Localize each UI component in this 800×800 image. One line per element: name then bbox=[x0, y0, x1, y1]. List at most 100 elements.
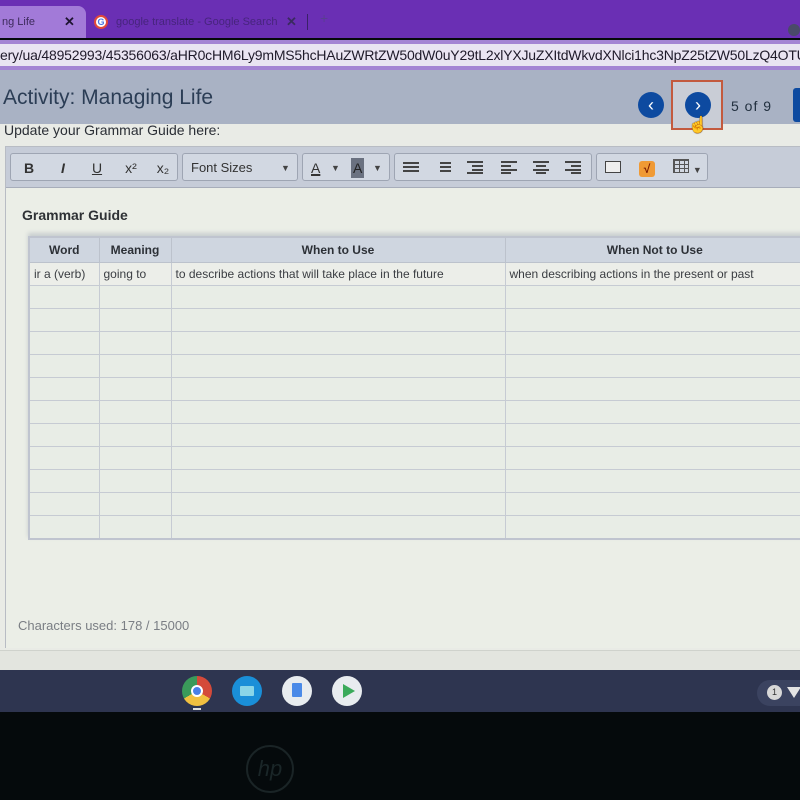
table-cell[interactable] bbox=[28, 423, 100, 447]
table-cell[interactable] bbox=[28, 446, 100, 470]
table-cell[interactable] bbox=[504, 515, 800, 540]
column-header-when-not-to-use: When Not to Use bbox=[504, 236, 800, 263]
table-cell[interactable] bbox=[504, 354, 800, 378]
close-tab-icon[interactable]: ✕ bbox=[286, 14, 297, 30]
table-row bbox=[28, 446, 800, 470]
table-cell[interactable] bbox=[28, 400, 100, 424]
table-cell[interactable] bbox=[98, 331, 172, 355]
font-size-dropdown[interactable]: Font Sizes ▼ bbox=[182, 153, 298, 181]
font-sizes-label: Font Sizes bbox=[191, 160, 253, 175]
chevron-down-icon[interactable]: ▼ bbox=[331, 158, 340, 178]
close-tab-icon[interactable]: ✕ bbox=[64, 14, 75, 30]
align-left-icon bbox=[501, 161, 517, 174]
table-cell[interactable] bbox=[170, 423, 506, 447]
table-row bbox=[28, 331, 800, 355]
table-cell[interactable]: when describing actions in the present o… bbox=[504, 262, 800, 286]
notification-count-badge: 1 bbox=[767, 685, 782, 700]
table-cell[interactable] bbox=[98, 446, 172, 470]
chevron-down-icon: ▼ bbox=[281, 163, 290, 173]
next-activity-button[interactable] bbox=[793, 88, 800, 122]
table-cell[interactable] bbox=[98, 515, 172, 540]
subscript-button[interactable]: x₂ bbox=[153, 158, 173, 178]
new-tab-button[interactable]: + bbox=[320, 10, 328, 26]
chrome-app-icon[interactable] bbox=[182, 676, 212, 706]
tab-managing-life[interactable]: ng Life ✕ bbox=[0, 6, 86, 38]
table-cell[interactable] bbox=[170, 354, 506, 378]
table-cell[interactable]: to describe actions that will take place… bbox=[170, 262, 506, 286]
table-cell[interactable] bbox=[170, 446, 506, 470]
table-cell[interactable] bbox=[28, 377, 100, 401]
insert-table-button[interactable]: ▼ bbox=[673, 158, 702, 178]
bullet-list-icon bbox=[403, 161, 419, 173]
address-bar[interactable]: ery/ua/48952993/45356063/aHR0cHM6Ly9mMS5… bbox=[0, 44, 800, 66]
bullet-list-button[interactable] bbox=[403, 158, 419, 178]
align-right-icon bbox=[565, 161, 581, 174]
italic-button[interactable]: I bbox=[55, 158, 71, 178]
align-right-button[interactable] bbox=[565, 158, 581, 178]
profile-avatar[interactable] bbox=[788, 24, 800, 36]
table-cell[interactable] bbox=[504, 492, 800, 516]
table-cell[interactable] bbox=[504, 400, 800, 424]
table-cell[interactable] bbox=[98, 285, 172, 309]
chevron-left-icon: ‹ bbox=[648, 94, 654, 115]
editor-toolbar: B I U x² x₂ Font Sizes ▼ A ▼ A ▼ √ ▼ bbox=[6, 147, 800, 188]
tab-title: ng Life bbox=[2, 16, 36, 28]
table-cell[interactable] bbox=[28, 469, 100, 493]
table-cell[interactable] bbox=[170, 469, 506, 493]
table-cell[interactable] bbox=[98, 308, 172, 332]
files-app-icon[interactable] bbox=[232, 676, 262, 706]
bold-button[interactable]: B bbox=[21, 158, 37, 178]
table-cell[interactable] bbox=[28, 354, 100, 378]
table-cell[interactable] bbox=[170, 331, 506, 355]
grammar-guide-table: Word Meaning When to Use When Not to Use… bbox=[28, 236, 800, 540]
superscript-button[interactable]: x² bbox=[121, 158, 141, 178]
table-cell[interactable] bbox=[170, 308, 506, 332]
table-cell[interactable] bbox=[504, 308, 800, 332]
table-cell[interactable] bbox=[504, 285, 800, 309]
table-row bbox=[28, 423, 800, 447]
chevron-down-icon: ▼ bbox=[692, 165, 702, 175]
play-store-app-icon[interactable] bbox=[332, 676, 362, 706]
underline-button[interactable]: U bbox=[89, 158, 105, 178]
numbered-list-button[interactable] bbox=[435, 158, 451, 178]
table-cell[interactable] bbox=[98, 423, 172, 447]
table-cell[interactable] bbox=[170, 400, 506, 424]
table-cell[interactable] bbox=[98, 492, 172, 516]
table-cell[interactable] bbox=[98, 377, 172, 401]
table-cell[interactable] bbox=[504, 446, 800, 470]
table-cell[interactable] bbox=[504, 331, 800, 355]
indent-button[interactable] bbox=[467, 158, 483, 178]
table-cell[interactable] bbox=[28, 515, 100, 540]
text-color-button[interactable]: A bbox=[311, 158, 320, 178]
table-cell[interactable] bbox=[170, 285, 506, 309]
table-cell[interactable]: ir a (verb) bbox=[28, 262, 100, 286]
activity-header: Activity: Managing Life ‹ › ☝ 5 of 9 bbox=[0, 70, 800, 134]
status-tray[interactable]: 1 bbox=[757, 680, 800, 706]
align-center-button[interactable] bbox=[533, 158, 549, 178]
table-cell[interactable] bbox=[170, 492, 506, 516]
chevron-down-icon[interactable]: ▼ bbox=[373, 158, 382, 178]
table-cell[interactable] bbox=[28, 285, 100, 309]
table-cell[interactable] bbox=[98, 400, 172, 424]
table-cell[interactable] bbox=[170, 377, 506, 401]
table-cell[interactable] bbox=[28, 308, 100, 332]
table-cell[interactable] bbox=[98, 354, 172, 378]
insert-image-button[interactable] bbox=[605, 158, 621, 178]
background-color-button[interactable]: A bbox=[351, 158, 365, 178]
table-cell[interactable] bbox=[28, 331, 100, 355]
table-cell[interactable] bbox=[504, 469, 800, 493]
page-footer bbox=[0, 650, 800, 671]
editor-content[interactable]: Grammar Guide Word Meaning When to Use W… bbox=[6, 188, 800, 648]
tab-google-search[interactable]: G google translate - Google Search ✕ bbox=[88, 6, 308, 38]
table-cell[interactable] bbox=[28, 492, 100, 516]
docs-app-icon[interactable] bbox=[282, 676, 312, 706]
table-cell[interactable]: going to bbox=[98, 262, 172, 286]
tab-separator bbox=[307, 14, 308, 30]
table-cell[interactable] bbox=[504, 377, 800, 401]
align-left-button[interactable] bbox=[501, 158, 517, 178]
table-cell[interactable] bbox=[170, 515, 506, 540]
table-cell[interactable] bbox=[504, 423, 800, 447]
table-cell[interactable] bbox=[98, 469, 172, 493]
insert-math-button[interactable]: √ bbox=[639, 158, 655, 178]
previous-page-button[interactable]: ‹ bbox=[638, 92, 664, 118]
